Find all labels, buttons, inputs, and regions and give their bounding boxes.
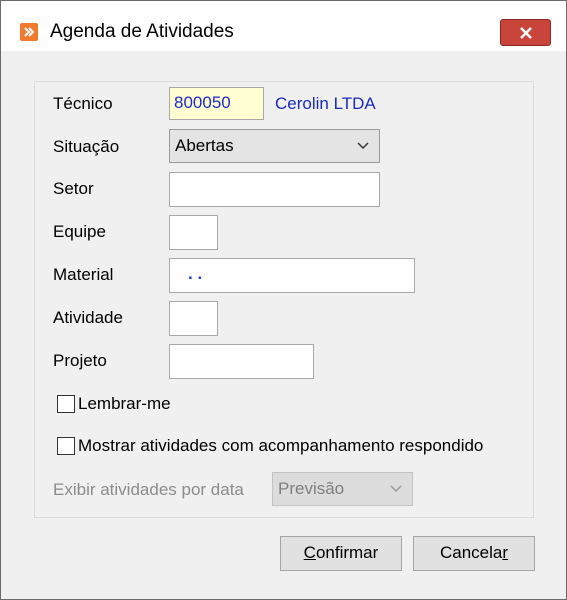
confirm-accel: C: [303, 543, 316, 562]
title-bar: Agenda de Atividades: [1, 1, 566, 51]
setor-label: Setor: [53, 179, 94, 198]
atividade-label: Atividade: [53, 308, 123, 327]
mostrar-checkbox[interactable]: [57, 437, 75, 455]
dialog-window: Agenda de Atividades Técnico 800050 Cero…: [0, 0, 567, 600]
confirm-button[interactable]: Confirmar: [280, 536, 402, 571]
material-label: Material: [53, 265, 114, 284]
exibir-dropdown: Previsão: [272, 472, 413, 506]
equipe-field[interactable]: [169, 215, 218, 250]
setor-field[interactable]: [169, 172, 380, 207]
situacao-dropdown[interactable]: Abertas: [169, 129, 380, 163]
chevron-down-icon: [390, 485, 402, 493]
chevron-down-icon: [357, 142, 369, 150]
confirm-label-rest: onfirmar: [315, 543, 379, 562]
material-field[interactable]: . .: [169, 258, 415, 293]
exibir-label: Exibir atividades por data: [53, 480, 244, 499]
filter-groupbox: Técnico 800050 Cerolin LTDA Situação Abe…: [34, 81, 534, 518]
mostrar-label[interactable]: Mostrar atividades com acompanhamento re…: [78, 436, 483, 456]
tecnico-label: Técnico: [53, 94, 113, 113]
tecnico-name-text: Cerolin LTDA: [275, 94, 376, 113]
lembrar-label[interactable]: Lembrar-me: [78, 394, 171, 414]
cancel-accel: r: [502, 543, 509, 562]
situacao-value: Abertas: [175, 136, 234, 155]
dialog-body: Técnico 800050 Cerolin LTDA Situação Abe…: [9, 59, 558, 591]
app-logo-icon: [20, 23, 38, 41]
close-icon: [520, 27, 532, 39]
exibir-value: Previsão: [278, 479, 345, 498]
projeto-field[interactable]: [169, 344, 314, 379]
window-title: Agenda de Atividades: [50, 21, 234, 42]
cancel-label-pre: Cancela: [439, 543, 503, 562]
close-button[interactable]: [500, 19, 551, 46]
atividade-field[interactable]: [169, 301, 218, 336]
equipe-label: Equipe: [53, 222, 106, 241]
cancel-button[interactable]: Cancelar: [413, 536, 535, 571]
situacao-label: Situação: [53, 137, 120, 156]
lembrar-checkbox[interactable]: [57, 395, 75, 413]
projeto-label: Projeto: [53, 351, 107, 370]
tecnico-code-field[interactable]: 800050: [169, 87, 264, 120]
